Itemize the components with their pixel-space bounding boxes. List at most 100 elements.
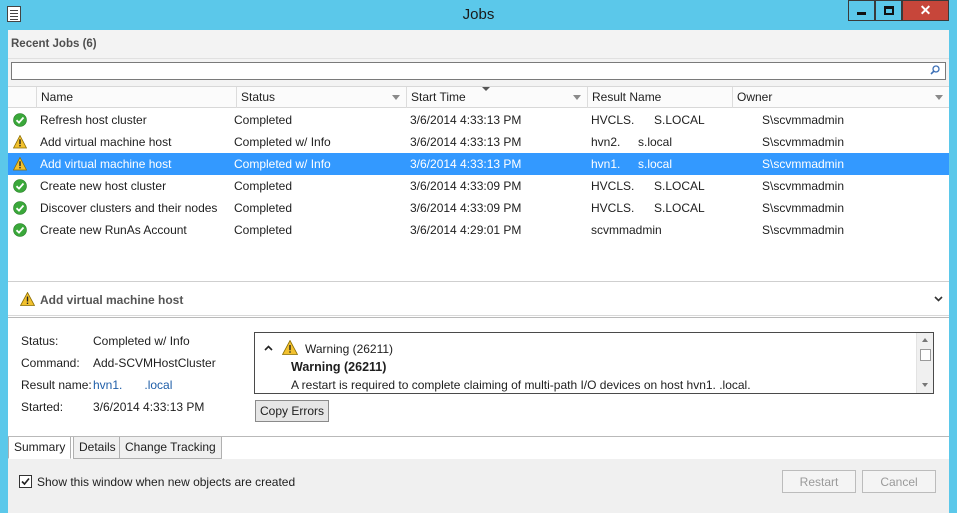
jobs-grid: Name Status Start Time Result Name Owner <box>8 86 949 282</box>
start-time-filter-dropdown-icon[interactable] <box>573 95 581 100</box>
detail-panel: Status: Completed w/ Info Command: Add-S… <box>8 317 949 437</box>
cancel-button[interactable]: Cancel <box>862 470 936 493</box>
show-window-checkbox-label[interactable]: Show this window when new objects are cr… <box>37 475 295 489</box>
job-result-domain-cell: S.LOCAL <box>654 179 705 193</box>
started-label: Started: <box>21 400 64 414</box>
close-button[interactable]: ✕ <box>902 0 949 21</box>
started-value: 3/6/2014 4:33:13 PM <box>93 400 205 414</box>
job-owner-cell: S\scvmmadmin <box>762 201 845 215</box>
job-owner-cell: S\scvmmadmin <box>762 223 845 237</box>
jobs-window: Jobs ✕ Recent Jobs (6) Name Status Start… <box>0 0 957 513</box>
sort-descending-icon <box>482 87 490 91</box>
success-check-icon <box>13 113 27 127</box>
window-client: Recent Jobs (6) Name Status Start Time R… <box>8 30 949 513</box>
minimize-icon <box>857 12 866 15</box>
close-icon: ✕ <box>919 2 932 18</box>
job-start-time-cell: 3/6/2014 4:33:09 PM <box>410 201 522 215</box>
column-header-name[interactable]: Name <box>36 87 236 108</box>
job-status-cell: Completed <box>234 223 293 237</box>
warning-icon <box>282 340 298 355</box>
job-start-time-cell: 3/6/2014 4:33:09 PM <box>410 179 522 193</box>
command-label: Command: <box>21 356 80 370</box>
status-label: Status: <box>21 334 59 348</box>
grid-header: Name Status Start Time Result Name Owner <box>8 87 949 108</box>
table-row[interactable]: Add virtual machine host Completed w/ Inf… <box>8 131 949 153</box>
recent-jobs-label: Recent Jobs (6) <box>11 38 97 50</box>
warning-icon <box>20 292 35 306</box>
table-row[interactable]: Create new RunAs Account Completed 3/6/201… <box>8 219 949 241</box>
tab-summary[interactable]: Summary <box>8 437 72 459</box>
warning-title: Warning (26211) <box>291 360 387 374</box>
scroll-down-icon[interactable] <box>922 383 928 387</box>
column-header-icon[interactable] <box>8 87 36 108</box>
table-row[interactable]: Discover clusters and their nodes Complet… <box>8 197 949 219</box>
warning-icon <box>12 134 28 149</box>
job-name-cell: Add virtual machine host <box>40 135 172 149</box>
detail-title: Add virtual machine host <box>40 293 184 307</box>
scroll-up-icon[interactable] <box>922 338 928 342</box>
column-header-owner-label: Owner <box>737 90 773 104</box>
recent-jobs-header: Recent Jobs (6) <box>8 30 949 59</box>
column-header-owner[interactable]: Owner <box>732 87 949 108</box>
column-header-start-time[interactable]: Start Time <box>406 87 587 108</box>
warning-scrollbar[interactable] <box>916 333 933 393</box>
tab-change-tracking[interactable]: Change Tracking <box>119 437 222 459</box>
job-name-cell: Create new RunAs Account <box>40 223 187 237</box>
status-filter-dropdown-icon[interactable] <box>392 95 400 100</box>
result-name-label: Result name: <box>21 378 92 392</box>
search-icon[interactable] <box>930 65 940 75</box>
search-input[interactable] <box>11 62 946 80</box>
owner-filter-dropdown-icon[interactable] <box>935 95 943 100</box>
chevron-up-icon[interactable] <box>264 345 273 351</box>
job-start-time-cell: 3/6/2014 4:33:13 PM <box>410 157 522 171</box>
job-status-cell: Completed <box>234 201 293 215</box>
job-owner-cell: S\scvmmadmin <box>762 113 845 127</box>
job-result-domain-cell: s.local <box>638 157 673 171</box>
table-row[interactable]: Refresh host cluster Completed 3/6/2014 4:… <box>8 109 949 131</box>
result-name-part-b: .local <box>144 378 173 392</box>
minimize-button[interactable] <box>848 0 875 21</box>
copy-errors-button[interactable]: Copy Errors <box>255 400 329 422</box>
restart-button[interactable]: Restart <box>782 470 856 493</box>
checkmark-icon <box>21 477 30 486</box>
title-bar[interactable]: Jobs ✕ <box>0 0 957 30</box>
warning-box: Warning (26211) Warning (26211) A restar… <box>254 332 934 394</box>
job-result-name-cell: hvn1. <box>591 157 621 171</box>
success-check-icon <box>13 201 27 215</box>
search-bar <box>8 59 949 87</box>
maximize-icon <box>883 6 894 15</box>
job-name-cell: Refresh host cluster <box>40 113 147 127</box>
job-result-name-cell: scvmmadmin <box>591 223 662 237</box>
job-name-cell: Add virtual machine host <box>40 157 172 171</box>
command-value: Add-SCVMHostCluster <box>93 356 216 370</box>
column-header-status[interactable]: Status <box>236 87 406 108</box>
chevron-down-icon[interactable] <box>934 296 943 302</box>
warning-message: A restart is required to complete claimi… <box>291 378 751 392</box>
column-header-status-label: Status <box>241 90 276 104</box>
footer: Show this window when new objects are cr… <box>8 459 949 513</box>
tab-details[interactable]: Details <box>73 437 122 459</box>
scroll-thumb[interactable] <box>920 349 931 361</box>
detail-tabs: Summary Details Change Tracking <box>8 437 949 459</box>
job-start-time-cell: 3/6/2014 4:33:13 PM <box>410 135 522 149</box>
warning-icon <box>12 156 28 171</box>
job-owner-cell: S\scvmmadmin <box>762 157 845 171</box>
maximize-button[interactable] <box>875 0 902 21</box>
job-start-time-cell: 3/6/2014 4:29:01 PM <box>410 223 522 237</box>
job-start-time-cell: 3/6/2014 4:33:13 PM <box>410 113 522 127</box>
job-name-cell: Create new host cluster <box>40 179 167 193</box>
job-status-cell: Completed w/ Info <box>234 157 331 171</box>
table-row[interactable]: Create new host cluster Completed 3/6/2014… <box>8 175 949 197</box>
job-result-name-cell: hvn2. <box>591 135 621 149</box>
result-name-link[interactable]: hvn1. .local <box>93 378 172 392</box>
job-owner-cell: S\scvmmadmin <box>762 179 845 193</box>
window-title: Jobs <box>462 6 495 23</box>
detail-header[interactable]: Add virtual machine host <box>8 284 949 316</box>
show-window-checkbox[interactable] <box>19 475 32 488</box>
column-header-name-label: Name <box>41 90 74 104</box>
column-header-start-time-label: Start Time <box>411 90 466 104</box>
column-header-result-name[interactable]: Result Name <box>587 87 732 108</box>
table-row[interactable]: Add virtual machine host Completed w/ Inf… <box>8 153 949 175</box>
job-result-domain-cell: S.LOCAL <box>654 113 705 127</box>
job-name-cell: Discover clusters and their nodes <box>40 201 218 215</box>
